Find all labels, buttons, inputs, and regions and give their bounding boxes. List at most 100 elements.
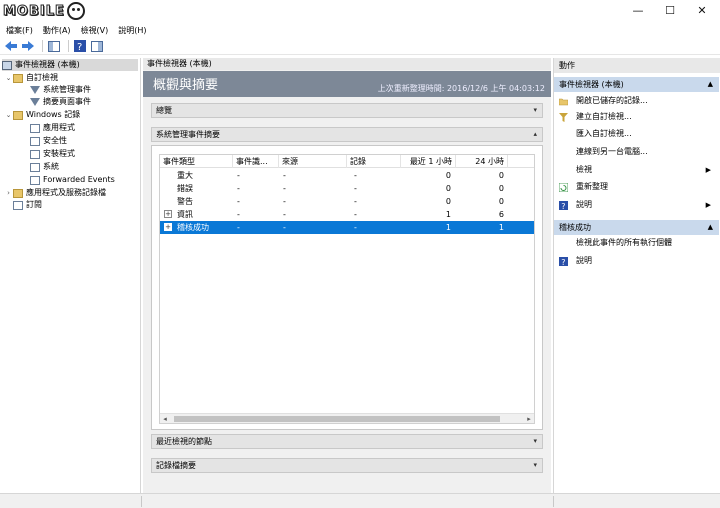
- menu-help[interactable]: 說明(H): [118, 25, 146, 36]
- toolbar: ?: [0, 38, 720, 55]
- tree-item-label: 摘要頁面事件: [43, 97, 91, 106]
- collapse-icon: ▴: [533, 130, 537, 138]
- tree-item-setup[interactable]: 安裝程式: [30, 148, 75, 160]
- tree-item-event-viewer[interactable]: 事件檢視器 (本機): [2, 59, 138, 71]
- cell-event-type: 稽核成功: [177, 223, 209, 232]
- column-header-event-type[interactable]: 事件類型: [160, 155, 233, 168]
- tree-item-windows-logs[interactable]: ⌄ Windows 記錄: [4, 109, 80, 121]
- help-icon: ?: [559, 201, 568, 210]
- help-button[interactable]: ?: [73, 40, 87, 53]
- section-title: 總覽: [156, 106, 172, 115]
- tree-item-label: 安裝程式: [43, 149, 75, 158]
- scrollbar-thumb[interactable]: [174, 416, 500, 422]
- scroll-right-icon[interactable]: ▸: [524, 414, 534, 424]
- chevron-down-icon[interactable]: ⌄: [4, 109, 13, 121]
- cell-24-hours: 6: [498, 210, 504, 219]
- table-row[interactable]: 警告 - - - 0 0: [160, 195, 534, 208]
- show-hide-action-pane-button[interactable]: [90, 40, 104, 53]
- menu-action[interactable]: 動作(A): [43, 25, 71, 36]
- status-bar: [0, 493, 720, 508]
- chevron-down-icon[interactable]: ⌄: [4, 72, 13, 84]
- action-import-custom-view[interactable]: 匯入自訂檢視...: [554, 127, 719, 141]
- column-header-log[interactable]: 記錄: [347, 155, 401, 168]
- action-help-2[interactable]: ? 說明: [554, 254, 719, 268]
- cell-last-hour: 1: [445, 210, 451, 219]
- folder-icon: [13, 188, 23, 198]
- cell-24-hours: 0: [498, 171, 504, 180]
- expand-row-icon[interactable]: +: [164, 223, 172, 231]
- cell-source: -: [283, 210, 286, 219]
- filter-icon: [559, 113, 568, 122]
- actions-header: 動作: [554, 58, 720, 73]
- cell-last-hour: 0: [445, 171, 451, 180]
- menu-file[interactable]: 檔案(F): [6, 25, 33, 36]
- tree-item-label: 事件檢視器 (本機): [15, 60, 80, 69]
- tree-item-summary-page-events[interactable]: 摘要頁面事件: [30, 96, 91, 108]
- menu-view[interactable]: 檢視(V): [81, 25, 109, 36]
- tree-item-forwarded-events[interactable]: Forwarded Events: [30, 174, 115, 186]
- cell-event-id: -: [237, 184, 240, 193]
- tree-item-custom-views[interactable]: ⌄ 自訂檢視: [4, 72, 58, 84]
- tree-item-subscriptions[interactable]: 訂閱: [13, 199, 42, 211]
- action-label: 建立自訂檢視...: [576, 112, 632, 121]
- table-row[interactable]: + 資訊 - - - 1 6: [160, 208, 534, 221]
- logo-face-icon: [66, 2, 85, 20]
- summary-table: 事件類型 事件識... 來源 記錄 最近 1 小時 24 小時 重大 - - -…: [159, 154, 535, 424]
- tree-item-system[interactable]: 系統: [30, 161, 59, 173]
- action-group-event-viewer[interactable]: 事件檢視器 (本機) ▲: [554, 77, 719, 92]
- cell-event-type: 資訊: [177, 210, 193, 219]
- action-view-all-instances[interactable]: 檢視此事件的所有執行個體: [554, 236, 719, 250]
- section-recent-nodes-header[interactable]: 最近檢視的節點 ▾: [151, 434, 543, 449]
- action-refresh[interactable]: 重新整理: [554, 180, 719, 194]
- tree-item-applications-and-services-logs[interactable]: › 應用程式及服務記錄檔: [4, 187, 106, 199]
- action-open-saved-log[interactable]: 開啟已儲存的記錄...: [554, 94, 719, 108]
- cell-event-type: 錯誤: [177, 184, 193, 193]
- tree-item-security[interactable]: 安全性: [30, 135, 67, 147]
- minimize-button[interactable]: —: [624, 2, 652, 20]
- tree-item-label: 應用程式及服務記錄檔: [26, 188, 106, 197]
- table-row[interactable]: 重大 - - - 0 0: [160, 169, 534, 182]
- tree-item-administrative-events[interactable]: 系統管理事件: [30, 84, 91, 96]
- section-overview-header[interactable]: 總覽 ▾: [151, 103, 543, 118]
- tree-item-label: 自訂檢視: [26, 73, 58, 82]
- column-header-source[interactable]: 來源: [279, 155, 347, 168]
- log-icon: [30, 175, 40, 185]
- column-header-24-hours[interactable]: 24 小時: [456, 155, 508, 168]
- horizontal-scrollbar[interactable]: ◂ ▸: [160, 413, 534, 423]
- action-view[interactable]: 檢視 ▶: [554, 163, 719, 177]
- section-log-summary-header[interactable]: 記錄檔摘要 ▾: [151, 458, 543, 473]
- action-connect-another-computer[interactable]: 連線到另一台電腦...: [554, 145, 719, 159]
- close-button[interactable]: ✕: [688, 2, 716, 20]
- action-create-custom-view[interactable]: 建立自訂檢視...: [554, 110, 719, 124]
- cell-log: -: [354, 171, 357, 180]
- column-header-last-hour[interactable]: 最近 1 小時: [401, 155, 456, 168]
- console-tree: 事件檢視器 (本機) ⌄ 自訂檢視 系統管理事件 摘要頁面事件 ⌄ Window…: [0, 58, 141, 493]
- table-row-selected[interactable]: + 稽核成功 - - - 1 1: [160, 221, 534, 234]
- action-help[interactable]: ? 說明 ▶: [554, 198, 719, 212]
- submenu-arrow-icon: ▶: [705, 201, 711, 209]
- chevron-right-icon[interactable]: ›: [4, 187, 13, 199]
- action-label: 連線到另一台電腦...: [576, 147, 648, 156]
- cell-event-id: -: [237, 210, 240, 219]
- expand-row-icon[interactable]: +: [164, 210, 172, 218]
- show-hide-console-tree-button[interactable]: [47, 40, 61, 53]
- tree-item-label: Windows 記錄: [26, 110, 81, 119]
- open-folder-icon: [559, 98, 568, 106]
- logo-text: MOBILE: [3, 3, 65, 19]
- cell-24-hours: 0: [498, 184, 504, 193]
- scroll-left-icon[interactable]: ◂: [160, 414, 170, 424]
- action-group-audit-success[interactable]: 稽核成功 ▲: [554, 220, 719, 235]
- cell-event-type: 警告: [177, 197, 193, 206]
- maximize-button[interactable]: ☐: [656, 2, 684, 20]
- cell-source: -: [283, 197, 286, 206]
- forward-button[interactable]: [21, 40, 35, 53]
- admin-summary-panel: 事件類型 事件識... 來源 記錄 最近 1 小時 24 小時 重大 - - -…: [151, 145, 543, 430]
- tree-item-application[interactable]: 應用程式: [30, 122, 75, 134]
- section-admin-summary-header[interactable]: 系統管理事件摘要 ▴: [151, 127, 543, 142]
- table-row[interactable]: 錯誤 - - - 0 0: [160, 182, 534, 195]
- tree-item-label: 應用程式: [43, 123, 75, 132]
- filter-icon: [30, 98, 40, 106]
- tree-item-label: 安全性: [43, 136, 67, 145]
- column-header-event-id[interactable]: 事件識...: [233, 155, 279, 168]
- back-button[interactable]: [4, 40, 18, 53]
